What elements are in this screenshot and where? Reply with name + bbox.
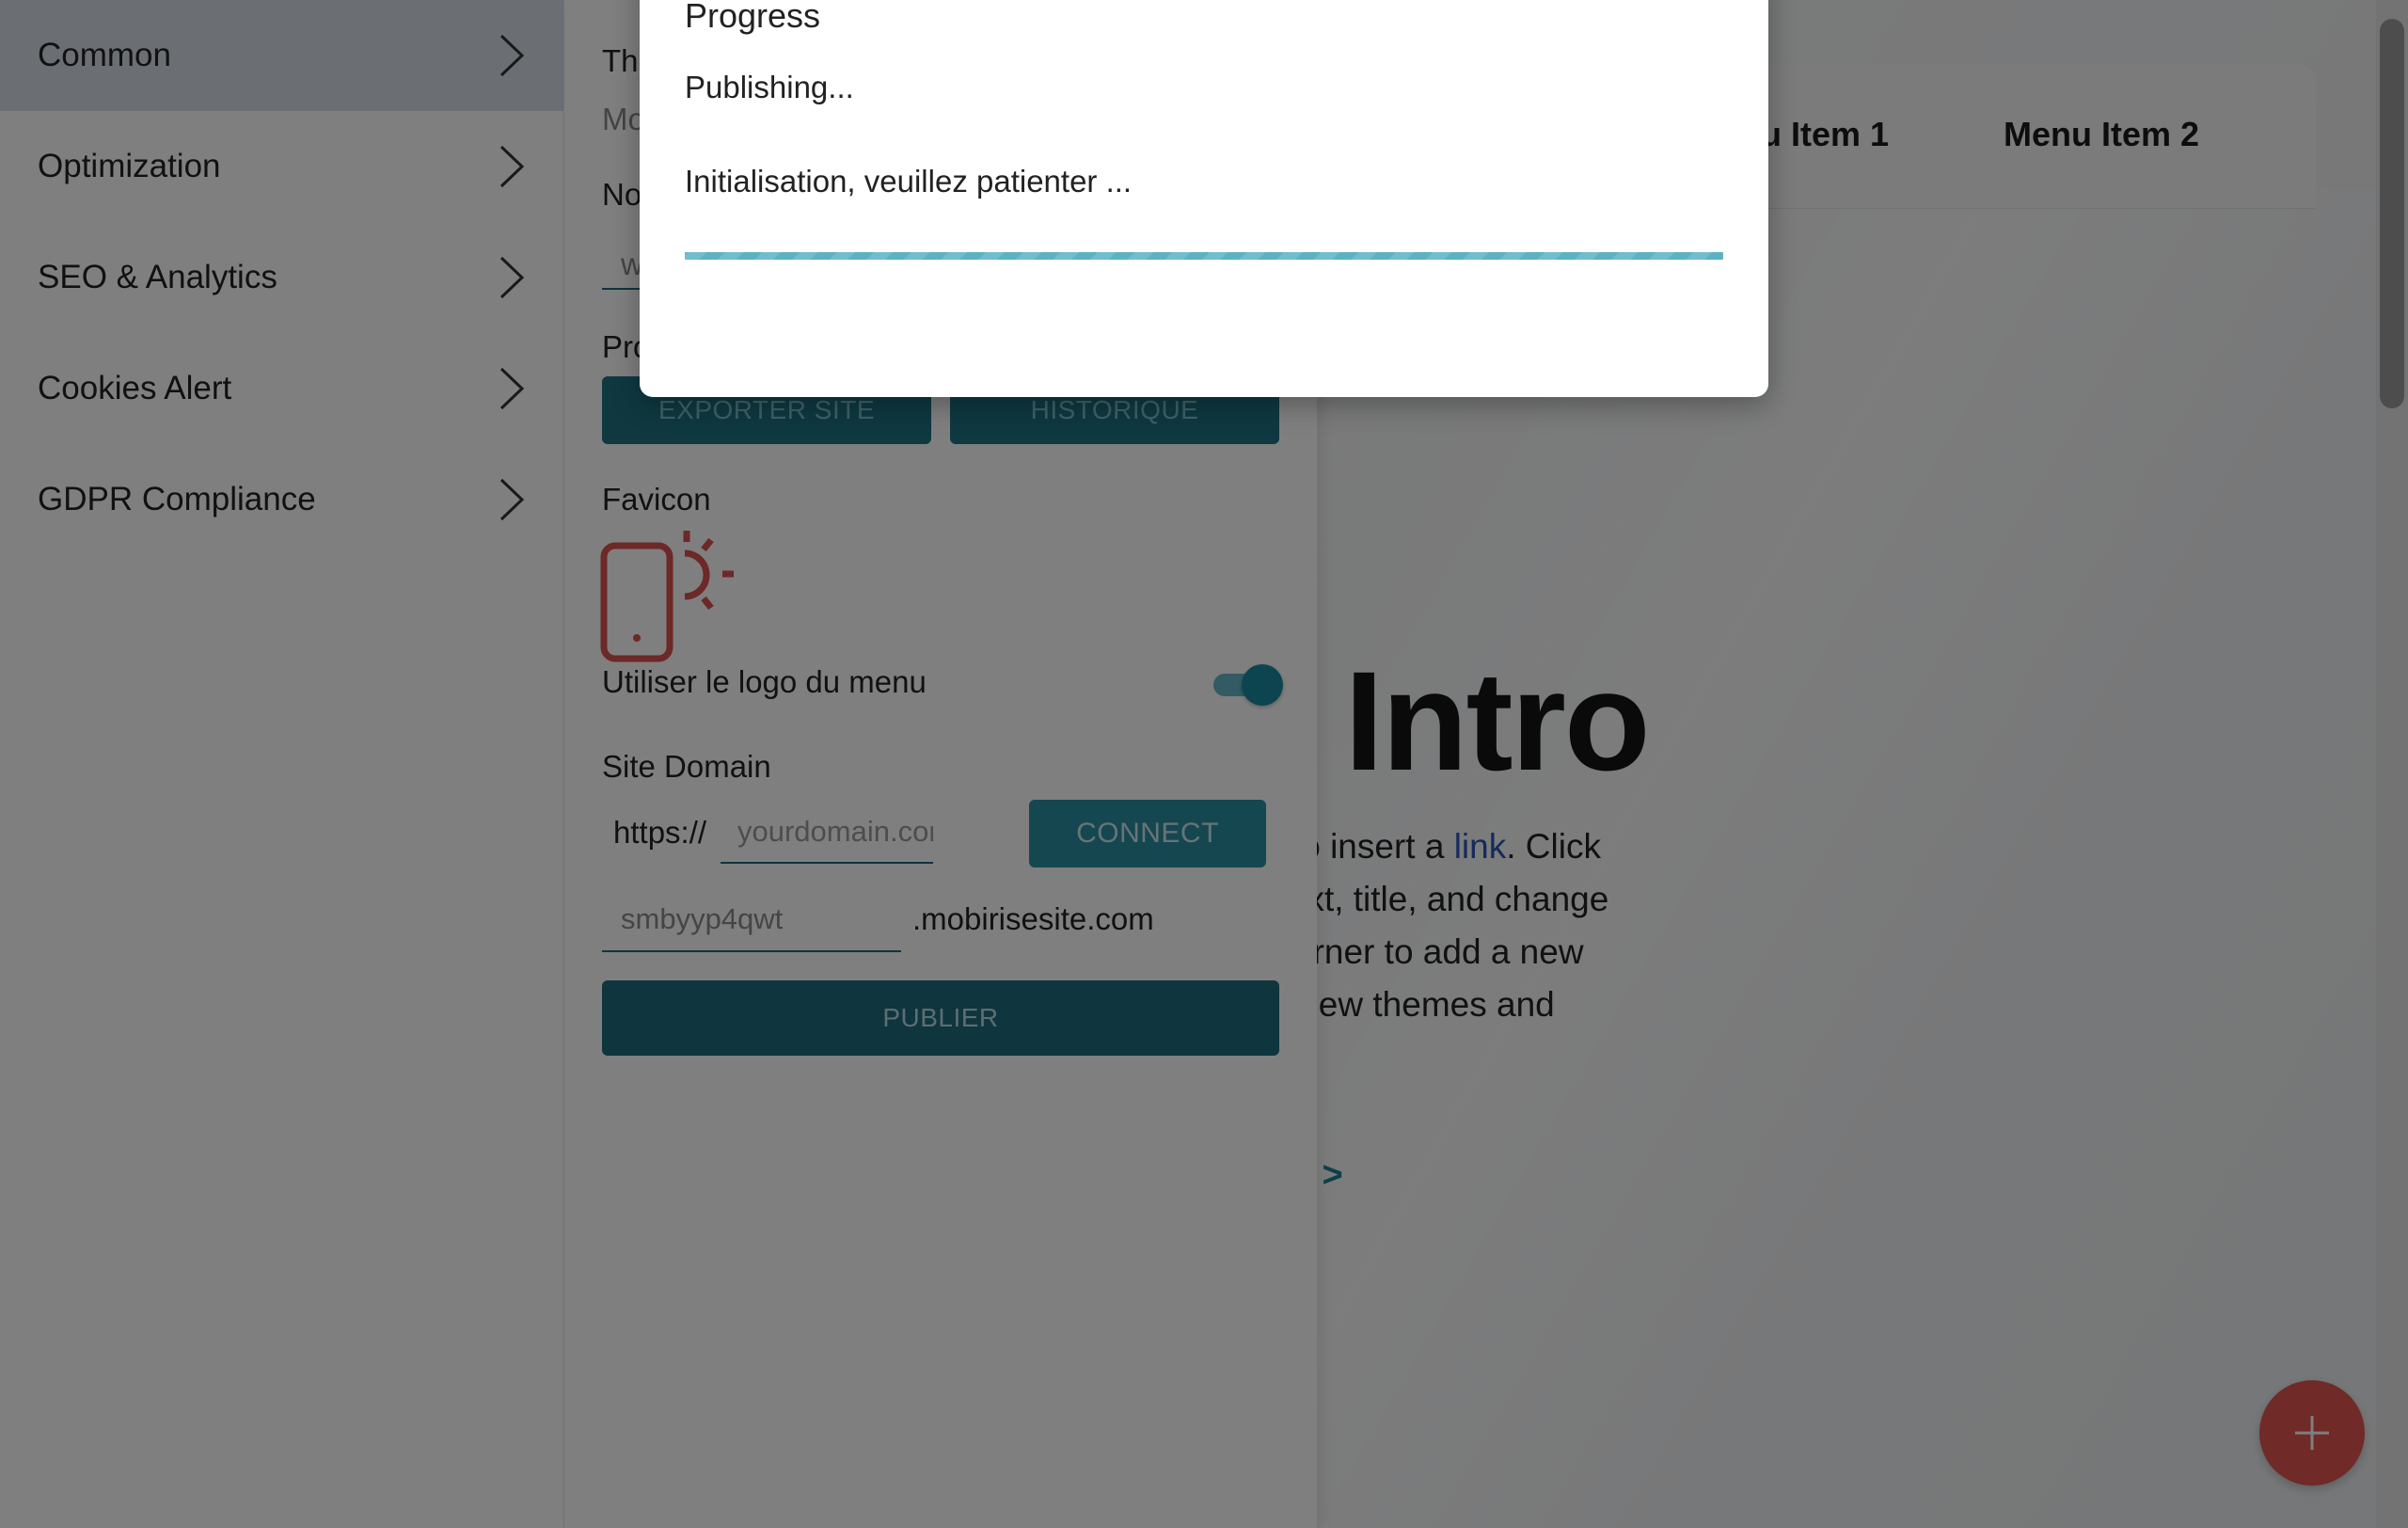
dialog-title: Progress bbox=[685, 0, 821, 35]
dialog-status: Publishing... bbox=[685, 70, 854, 104]
progress-dialog: Progress Publishing... Initialisation, v… bbox=[640, 0, 1768, 397]
dialog-message: Initialisation, veuillez patienter ... bbox=[685, 164, 1133, 199]
progress-bar-fill bbox=[685, 252, 1723, 260]
progress-bar bbox=[685, 252, 1723, 260]
